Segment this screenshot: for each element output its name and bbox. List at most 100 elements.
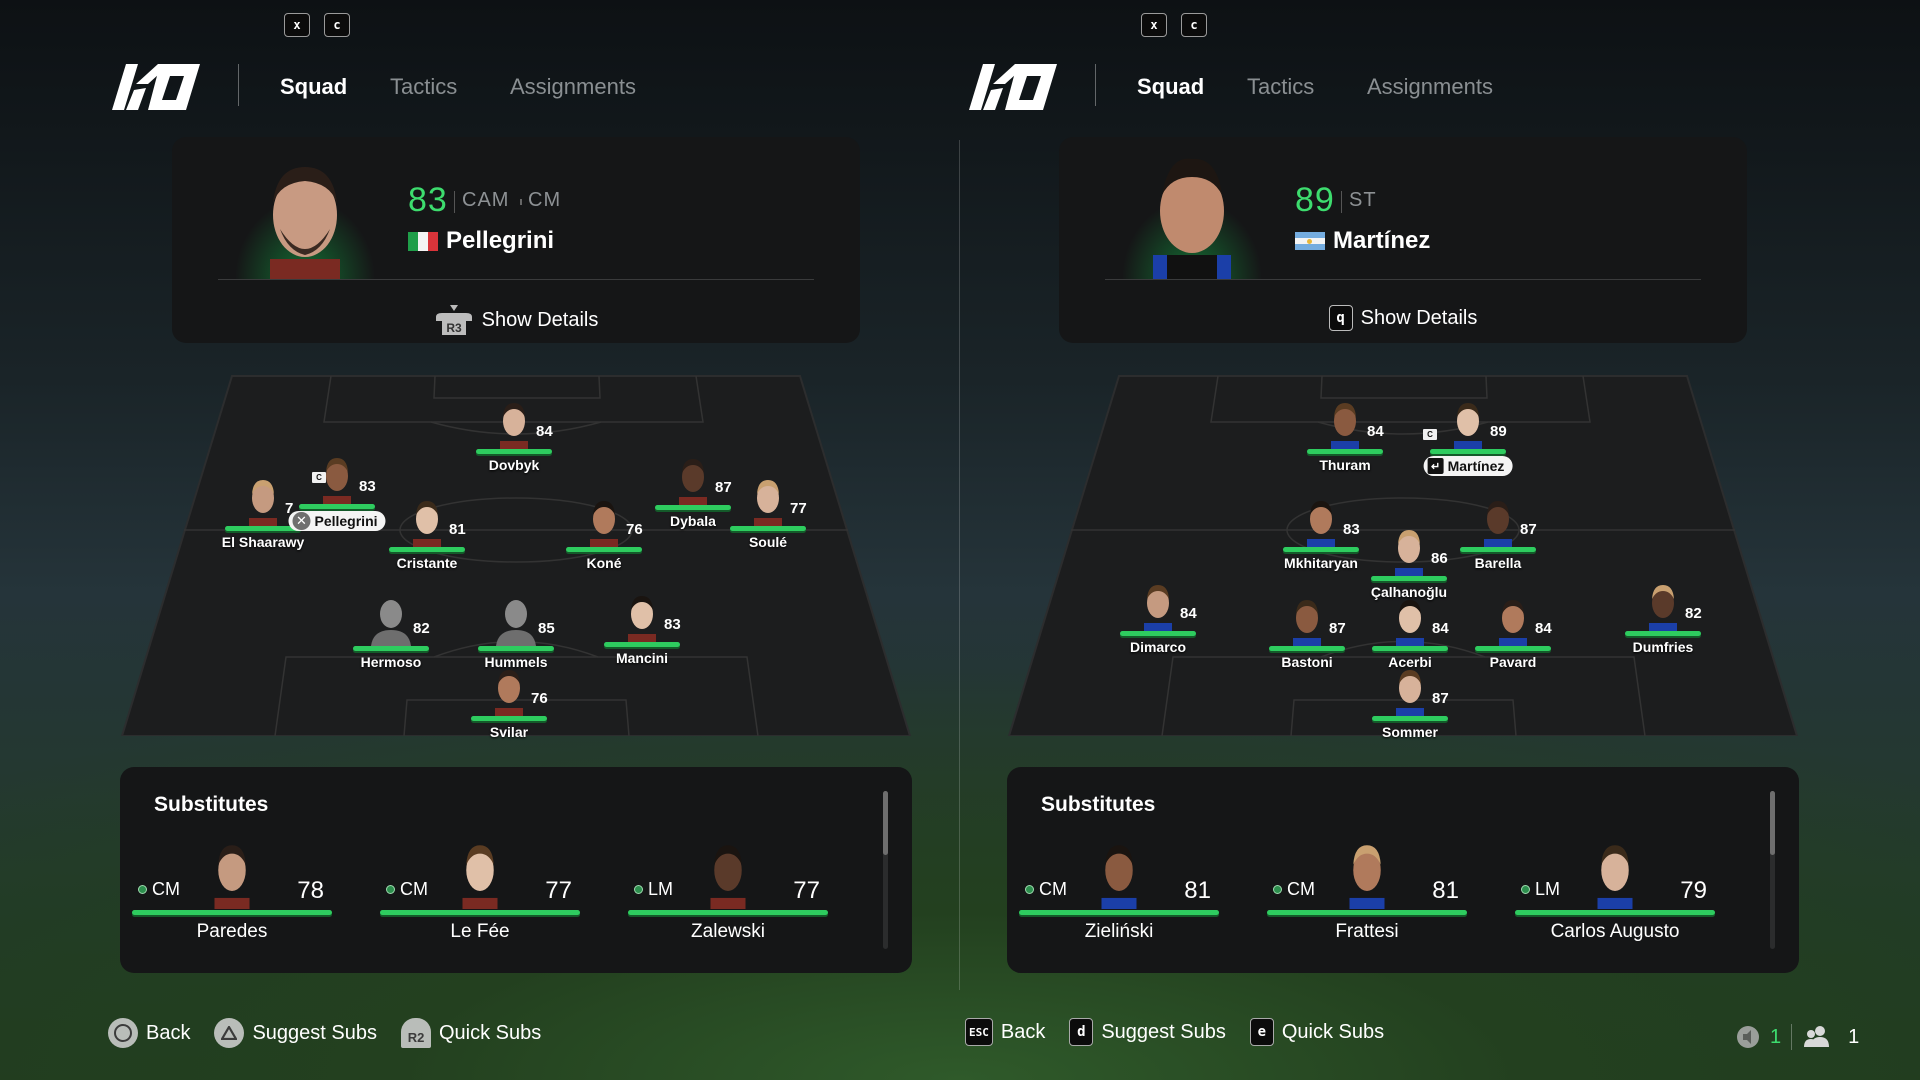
player-face-icon xyxy=(1138,579,1178,631)
substitute-card[interactable]: LM 77 Zalewski xyxy=(628,837,828,947)
session-status: 1 1 xyxy=(1736,1024,1859,1050)
control-hints-right: ESC Back d Suggest Subs e Quick Subs xyxy=(965,1018,1394,1046)
player-fitness-bar xyxy=(730,526,806,531)
substitute-card[interactable]: CM 81 Frattesi xyxy=(1267,837,1467,947)
substitute-card[interactable]: CM 81 Zieliński xyxy=(1019,837,1219,947)
player-fitness-bar xyxy=(476,449,552,454)
key-prompt-c[interactable]: c xyxy=(1181,13,1207,37)
player-rating: 84 xyxy=(1432,620,1449,637)
player-name: Dovbyk xyxy=(488,457,540,473)
selected-player-pill[interactable]: ↵ Martínez xyxy=(1423,456,1513,476)
substitutes-panel: Substitutes CM 78 Paredes CM 77 Le Fée LM 77 Zal… xyxy=(120,767,912,973)
show-details-button[interactable]: R3 Show Details xyxy=(172,305,860,335)
back-button[interactable]: Back xyxy=(108,1018,190,1048)
svg-text:R3: R3 xyxy=(446,321,462,335)
substitute-fitness-bar xyxy=(380,910,580,915)
left-team-panel: x c Squad Tactics Assignments 83 CAM CM … xyxy=(0,0,960,1080)
tab-assignments[interactable]: Assignments xyxy=(1367,74,1493,100)
back-button[interactable]: ESC Back xyxy=(965,1018,1045,1046)
triangle-button-icon xyxy=(214,1018,245,1048)
players-icon xyxy=(1804,1026,1830,1047)
pitch-player[interactable]: 84 Dimarco xyxy=(1098,575,1218,685)
tab-squad[interactable]: Squad xyxy=(1137,74,1204,100)
tab-assignments[interactable]: Assignments xyxy=(510,74,636,100)
player-face-icon xyxy=(270,167,340,279)
substitute-position: CM xyxy=(1039,879,1067,899)
substitute-position: LM xyxy=(1535,879,1561,899)
substitute-rating: 79 xyxy=(1680,877,1707,904)
pitch-player[interactable]: 83 ✕ Pellegrini C xyxy=(277,448,397,558)
player-portrait xyxy=(222,151,388,279)
substitute-rating: 81 xyxy=(1432,877,1459,904)
scrollbar-thumb[interactable] xyxy=(1770,791,1775,855)
quick-subs-button[interactable]: e Quick Subs xyxy=(1249,1018,1384,1046)
player-face-icon xyxy=(1390,664,1430,716)
suggest-subs-button[interactable]: Suggest Subs xyxy=(214,1018,377,1048)
key-prompt-c[interactable]: c xyxy=(324,13,350,37)
pitch-player[interactable]: 84 Pavard xyxy=(1453,590,1573,700)
substitute-card[interactable]: CM 78 Paredes xyxy=(132,837,332,947)
captain-badge-icon: C xyxy=(1423,429,1437,440)
suggest-subs-label: Suggest Subs xyxy=(1101,1020,1226,1043)
player-fitness-bar xyxy=(1283,547,1359,552)
substitute-card[interactable]: CM 77 Le Fée xyxy=(380,837,580,947)
player-name-row: Martínez xyxy=(1295,227,1430,255)
enter-key-icon: ↵ xyxy=(1427,458,1444,474)
selected-player-pill[interactable]: ✕ Pellegrini xyxy=(288,511,386,531)
pitch-player[interactable]: 82 Dumfries xyxy=(1603,575,1723,685)
tab-tactics[interactable]: Tactics xyxy=(1247,74,1314,100)
pitch-player[interactable]: 76 Svilar xyxy=(449,660,569,770)
player-fitness-bar xyxy=(471,716,547,721)
pitch-player[interactable]: 82 Hermoso xyxy=(331,590,451,700)
quick-subs-button[interactable]: R2 Quick Subs xyxy=(401,1018,541,1048)
key-prompt-x[interactable]: x xyxy=(1141,13,1167,37)
pitch-player[interactable]: 84 Thuram xyxy=(1285,393,1405,503)
player-rating: 89 xyxy=(1295,181,1335,219)
substitute-name: Carlos Augusto xyxy=(1550,921,1680,942)
player-rating: 87 xyxy=(1520,521,1537,538)
player-rating: 86 xyxy=(1431,550,1448,567)
position-status-dot xyxy=(386,885,395,894)
player-fitness-bar xyxy=(299,504,375,509)
player-rating: 87 xyxy=(1432,690,1449,707)
player-name: Thuram xyxy=(1319,457,1371,473)
player-position-primary: CAM xyxy=(462,189,510,211)
substitute-rating: 81 xyxy=(1184,877,1211,904)
pitch-player[interactable]: 84 Dovbyk xyxy=(454,393,574,503)
key-prompt-x[interactable]: x xyxy=(284,13,310,37)
substitutes-scrollbar[interactable] xyxy=(1770,791,1775,949)
pitch-player[interactable]: 89 ↵ Martínez C xyxy=(1408,393,1528,503)
player-rating: 84 xyxy=(1535,620,1552,637)
selected-player-card: 89 ST Martínez q Show Details xyxy=(1059,137,1747,343)
circle-button-icon xyxy=(108,1018,138,1048)
player-face-icon xyxy=(207,837,257,909)
player-face-icon xyxy=(1301,495,1341,547)
suggest-subs-button[interactable]: d Suggest Subs xyxy=(1069,1018,1226,1046)
player-rating: 87 xyxy=(1329,620,1346,637)
player-face-icon xyxy=(748,474,788,526)
tab-squad[interactable]: Squad xyxy=(280,74,347,100)
player-name: Pellegrini xyxy=(446,227,555,254)
player-fitness-bar xyxy=(1625,631,1701,636)
substitute-card[interactable]: LM 79 Carlos Augusto xyxy=(1515,837,1715,947)
substitute-position: CM xyxy=(1287,879,1315,899)
player-face-icon xyxy=(407,495,447,547)
player-fitness-bar xyxy=(1475,646,1551,651)
show-details-label: Show Details xyxy=(481,308,599,331)
pitch-player[interactable]: 77 Soulé xyxy=(708,470,828,580)
pitch-player[interactable]: 87 Bastoni xyxy=(1247,590,1367,700)
player-name: Pellegrini xyxy=(314,513,378,529)
substitute-position: CM xyxy=(400,879,428,899)
substitutes-title: Substitutes xyxy=(1041,793,1156,816)
player-rating: 82 xyxy=(1685,605,1702,622)
pitch-player[interactable]: 83 Mancini xyxy=(582,586,702,696)
tab-tactics[interactable]: Tactics xyxy=(390,74,457,100)
pitch-player[interactable]: 87 Sommer xyxy=(1350,660,1470,770)
player-face-icon xyxy=(496,594,536,646)
show-details-button[interactable]: q Show Details xyxy=(1059,305,1747,331)
player-face-icon xyxy=(703,837,753,909)
player-rating: 84 xyxy=(1180,605,1197,622)
player-fitness-bar xyxy=(566,547,642,552)
status-divider xyxy=(1791,1024,1793,1050)
substitute-rating: 77 xyxy=(793,877,820,904)
